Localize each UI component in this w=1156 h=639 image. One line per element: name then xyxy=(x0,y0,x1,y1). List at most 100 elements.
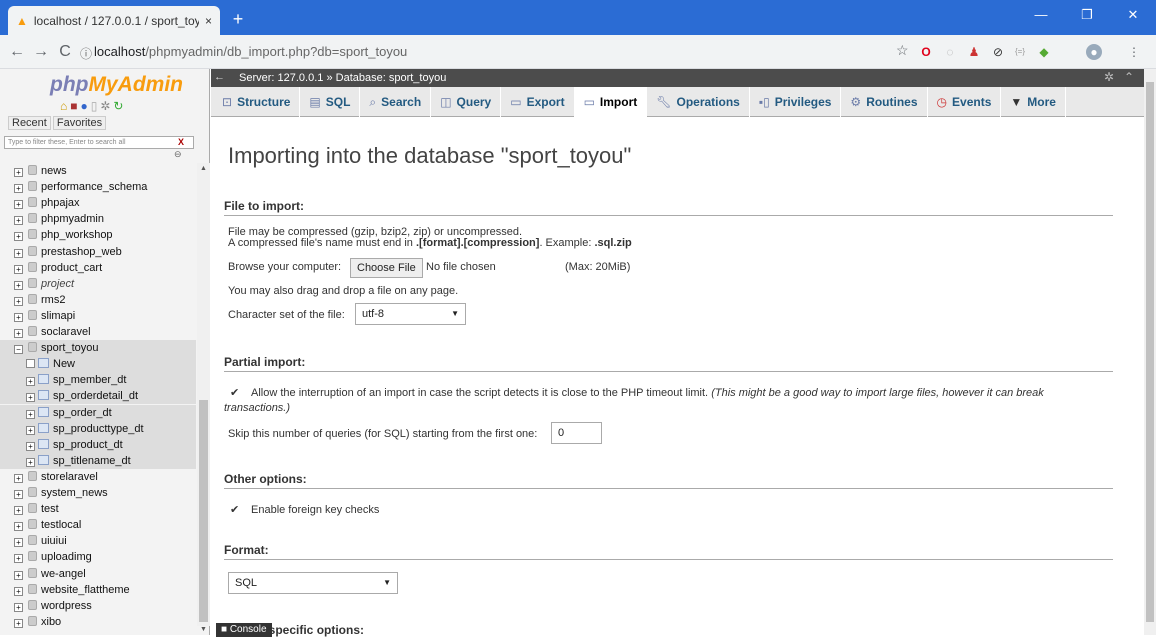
database-item[interactable]: + project xyxy=(0,276,196,292)
database-item[interactable]: + testlocal xyxy=(0,517,196,533)
page-scrollbar-thumb[interactable] xyxy=(1146,82,1154,622)
tab-privileges[interactable]: ▪▯ Privileges xyxy=(750,87,842,117)
expand-icon[interactable]: + xyxy=(26,425,35,435)
expand-icon[interactable]: + xyxy=(14,586,23,596)
expand-icon[interactable]: + xyxy=(14,554,23,564)
database-item[interactable]: + storelaravel xyxy=(0,469,196,485)
close-window-button[interactable]: ✕ xyxy=(1110,0,1156,30)
settings-icon[interactable]: ✲ xyxy=(100,99,113,113)
tab-sql[interactable]: ▤ SQL xyxy=(300,87,361,117)
expand-icon[interactable]: + xyxy=(14,490,23,499)
bookmark-star-icon[interactable]: ☆ xyxy=(896,42,909,59)
url-field[interactable]: localhost/phpmyadmin/db_import.php?db=sp… xyxy=(94,40,894,64)
close-tab-icon[interactable]: × xyxy=(205,14,212,28)
database-item[interactable]: + xibo xyxy=(0,614,196,630)
maximize-button[interactable]: ❐ xyxy=(1064,0,1110,30)
expand-icon[interactable]: + xyxy=(26,393,35,403)
browser-menu-icon[interactable]: ⋮ xyxy=(1126,44,1142,60)
tab-more[interactable]: ▼ More xyxy=(1001,87,1066,117)
format-select[interactable]: SQL ▼ xyxy=(228,572,398,594)
table-item[interactable]: + sp_order_dt xyxy=(0,404,196,421)
expand-icon[interactable] xyxy=(26,359,35,369)
choose-file-button[interactable]: Choose File xyxy=(350,258,423,278)
table-item[interactable]: + sp_orderdetail_dt xyxy=(0,388,196,405)
extension-leaf-icon[interactable]: ◆ xyxy=(1036,44,1052,60)
expand-icon[interactable]: + xyxy=(26,441,35,451)
expand-icon[interactable]: + xyxy=(14,248,23,258)
server-crumb[interactable]: Server: 127.0.0.1 xyxy=(239,72,323,84)
expand-icon[interactable]: + xyxy=(14,618,23,628)
docs-icon[interactable]: ▯ xyxy=(91,99,101,113)
link-icon[interactable]: ⊖ xyxy=(174,149,182,160)
table-item[interactable]: + sp_member_dt xyxy=(0,372,196,389)
allow-interrupt-checkbox[interactable]: ✔ xyxy=(230,386,242,399)
table-item[interactable]: + sp_product_dt xyxy=(0,436,196,453)
filter-clear-button[interactable]: X xyxy=(178,137,184,147)
expand-icon[interactable]: + xyxy=(14,184,23,194)
tab-structure[interactable]: ⊡ Structure xyxy=(213,87,301,117)
database-item[interactable]: + soclaravel xyxy=(0,324,196,340)
database-item[interactable]: + wordpress xyxy=(0,598,196,614)
scroll-up-icon[interactable]: ▲ xyxy=(200,165,207,172)
skip-queries-input[interactable]: 0 xyxy=(551,422,602,444)
reload-nav-icon[interactable]: ↻ xyxy=(113,99,126,113)
collapse-nav-icon[interactable]: ← xyxy=(214,71,225,83)
expand-icon[interactable]: − xyxy=(14,345,23,355)
forward-icon[interactable]: → xyxy=(30,41,52,63)
tab-query[interactable]: ◫ Query xyxy=(431,87,502,117)
expand-icon[interactable]: + xyxy=(14,473,23,483)
logout-icon[interactable]: ■ xyxy=(70,99,80,113)
database-item[interactable]: + we-angel xyxy=(0,566,196,582)
expand-icon[interactable]: + xyxy=(26,409,35,419)
tab-operations[interactable]: 🔧︎ Operations xyxy=(647,87,750,117)
database-item[interactable]: + slimapi xyxy=(0,308,196,324)
back-icon[interactable]: ← xyxy=(6,41,28,63)
database-item[interactable]: + uiuiui xyxy=(0,533,196,549)
minimize-button[interactable]: — xyxy=(1018,0,1064,30)
database-item[interactable]: − sport_toyou xyxy=(0,340,196,357)
new-tab-button[interactable]: + xyxy=(226,8,250,30)
tab-events[interactable]: ◷ Events xyxy=(928,87,1002,117)
browser-tab[interactable]: ▲ localhost / 127.0.0.1 / sport_toyo × xyxy=(8,6,220,35)
expand-icon[interactable]: + xyxy=(14,329,23,338)
opera-icon[interactable]: O xyxy=(918,44,934,60)
expand-icon[interactable]: + xyxy=(26,377,35,387)
extension-code-icon[interactable]: {=} xyxy=(1012,44,1028,60)
favorites-tab[interactable]: Favorites xyxy=(52,116,107,130)
tab-routines[interactable]: ⚙ Routines xyxy=(841,87,928,117)
expand-icon[interactable]: + xyxy=(14,506,23,516)
extension-sync-icon[interactable]: ⊘ xyxy=(990,44,1006,60)
expand-icon[interactable]: + xyxy=(14,200,23,210)
tab-search[interactable]: ⌕ Search xyxy=(360,87,432,117)
reload-icon[interactable]: C xyxy=(54,41,76,63)
page-settings-icon[interactable]: ✲ xyxy=(1104,70,1114,84)
extension-person-icon[interactable]: ♟ xyxy=(966,44,982,60)
database-item[interactable]: + rms2 xyxy=(0,292,196,308)
expand-icon[interactable]: + xyxy=(14,602,23,612)
expand-icon[interactable]: + xyxy=(14,216,23,226)
expand-icon[interactable]: + xyxy=(14,264,23,274)
tab-export[interactable]: ▭ Export xyxy=(501,87,575,117)
database-item[interactable]: + product_cart xyxy=(0,260,196,276)
scroll-down-icon[interactable]: ▼ xyxy=(200,626,207,633)
expand-icon[interactable]: + xyxy=(14,538,23,548)
database-item[interactable]: + website_flattheme xyxy=(0,582,196,598)
database-item[interactable]: + php_workshop xyxy=(0,227,196,243)
database-item[interactable]: + phpmyadmin xyxy=(0,211,196,227)
tab-import[interactable]: ▭ Import xyxy=(574,87,648,117)
extension-shield-icon[interactable]: ◌ xyxy=(942,44,958,60)
expand-icon[interactable]: + xyxy=(14,232,23,242)
nav-scrollbar-thumb[interactable] xyxy=(199,400,208,622)
expand-icon[interactable]: + xyxy=(14,296,23,306)
table-item[interactable]: + sp_titlename_dt xyxy=(0,452,196,469)
charset-select[interactable]: utf-8 ▼ xyxy=(355,303,466,325)
database-item[interactable]: + prestashop_web xyxy=(0,244,196,260)
help-icon[interactable]: ● xyxy=(81,99,91,113)
expand-icon[interactable]: + xyxy=(26,457,35,467)
collapse-top-icon[interactable]: ⌃ xyxy=(1124,70,1134,84)
fk-checkbox[interactable]: ✔ xyxy=(230,503,242,516)
database-item[interactable]: + performance_schema xyxy=(0,179,196,195)
expand-icon[interactable]: + xyxy=(14,168,23,177)
home-icon[interactable]: ⌂ xyxy=(60,99,70,113)
database-item[interactable]: + uploadimg xyxy=(0,549,196,565)
